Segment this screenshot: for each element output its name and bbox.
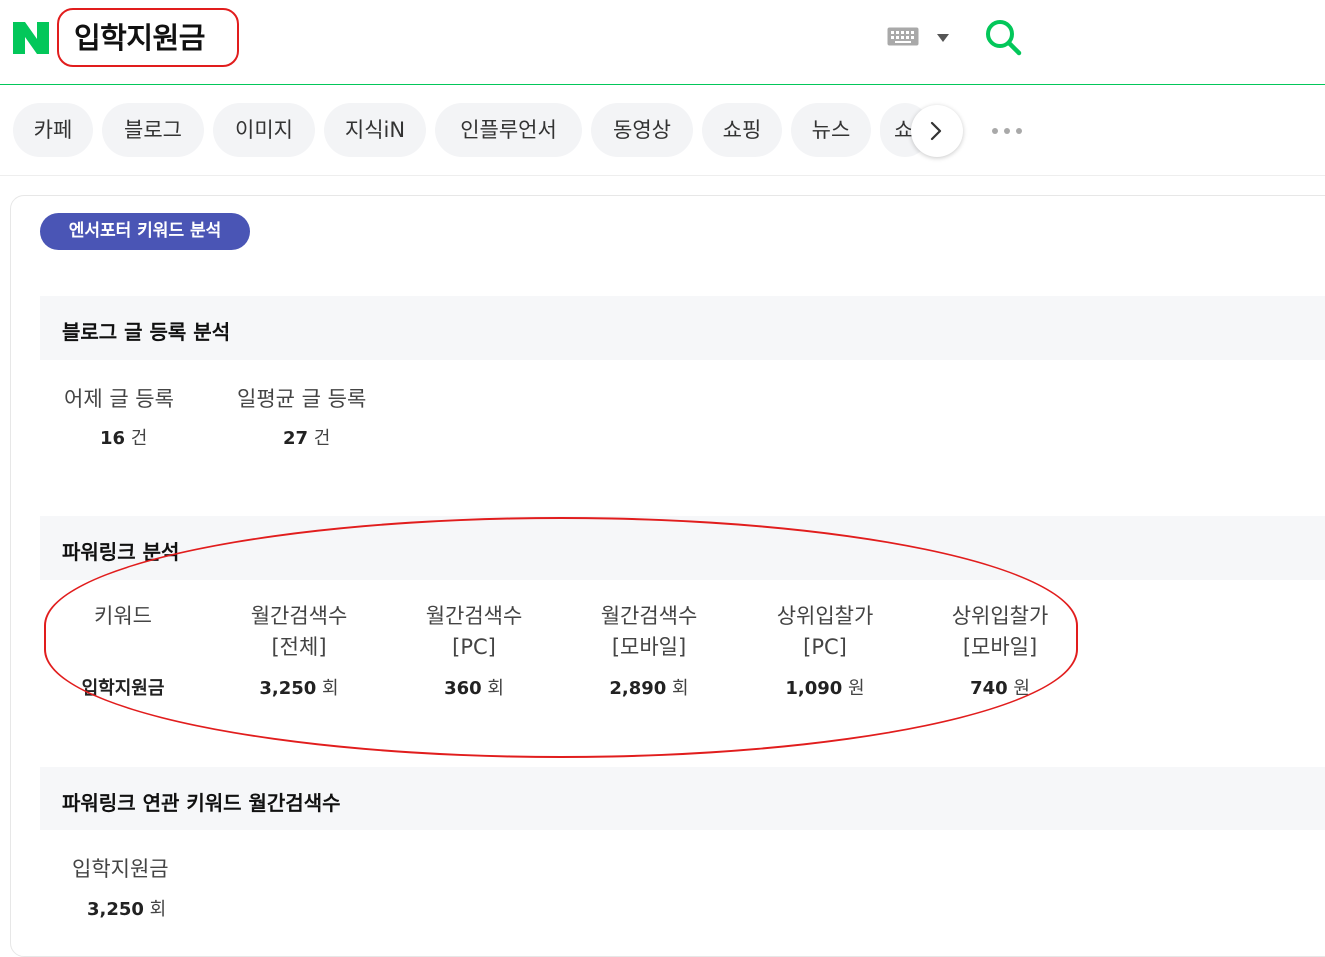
stat-label-yesterday: 어제 글 등록 (64, 387, 174, 411)
related-keywords-title: 파워링크 연관 키워드 월간검색수 (62, 791, 341, 815)
chevron-right-icon (930, 121, 942, 141)
blog-analysis-title: 블로그 글 등록 분석 (62, 320, 231, 344)
tab-video[interactable]: 동영상 (591, 103, 693, 157)
related-keyword-name[interactable]: 입학지원금 (72, 853, 169, 883)
tab-shopping[interactable]: 쇼핑 (702, 103, 782, 157)
annotation-title-circle (57, 8, 239, 67)
nsupporter-badge: 엔서포터 키워드 분석 (40, 213, 250, 250)
tab-blog[interactable]: 블로그 (102, 103, 204, 157)
tab-cafe[interactable]: 카페 (13, 103, 93, 157)
chevron-down-icon[interactable] (935, 33, 951, 43)
keyboard-icon[interactable] (887, 27, 919, 46)
more-options-icon[interactable] (990, 126, 1026, 136)
tab-image[interactable]: 이미지 (213, 103, 315, 157)
related-keyword-value: 3,250 회 (87, 899, 167, 920)
stat-value-daily-avg: 27 건 (283, 428, 331, 449)
tab-scroll-next-button[interactable] (911, 105, 963, 157)
tab-bar: 카페 블로그 이미지 지식iN 인플루언서 동영상 쇼핑 뉴스 쇼 (0, 85, 1325, 176)
search-icon[interactable] (984, 18, 1022, 56)
tab-influencer[interactable]: 인플루언서 (435, 103, 582, 157)
related-keywords-header: 파워링크 연관 키워드 월간검색수 (40, 767, 1325, 830)
tab-kin[interactable]: 지식iN (324, 103, 426, 157)
annotation-table-circle (44, 517, 1078, 758)
stat-label-daily-avg: 일평균 글 등록 (237, 387, 367, 411)
naver-n-logo-icon[interactable] (13, 22, 49, 54)
stat-value-yesterday: 16 건 (100, 428, 148, 449)
tab-news[interactable]: 뉴스 (791, 103, 871, 157)
blog-analysis-header: 블로그 글 등록 분석 (40, 296, 1325, 360)
